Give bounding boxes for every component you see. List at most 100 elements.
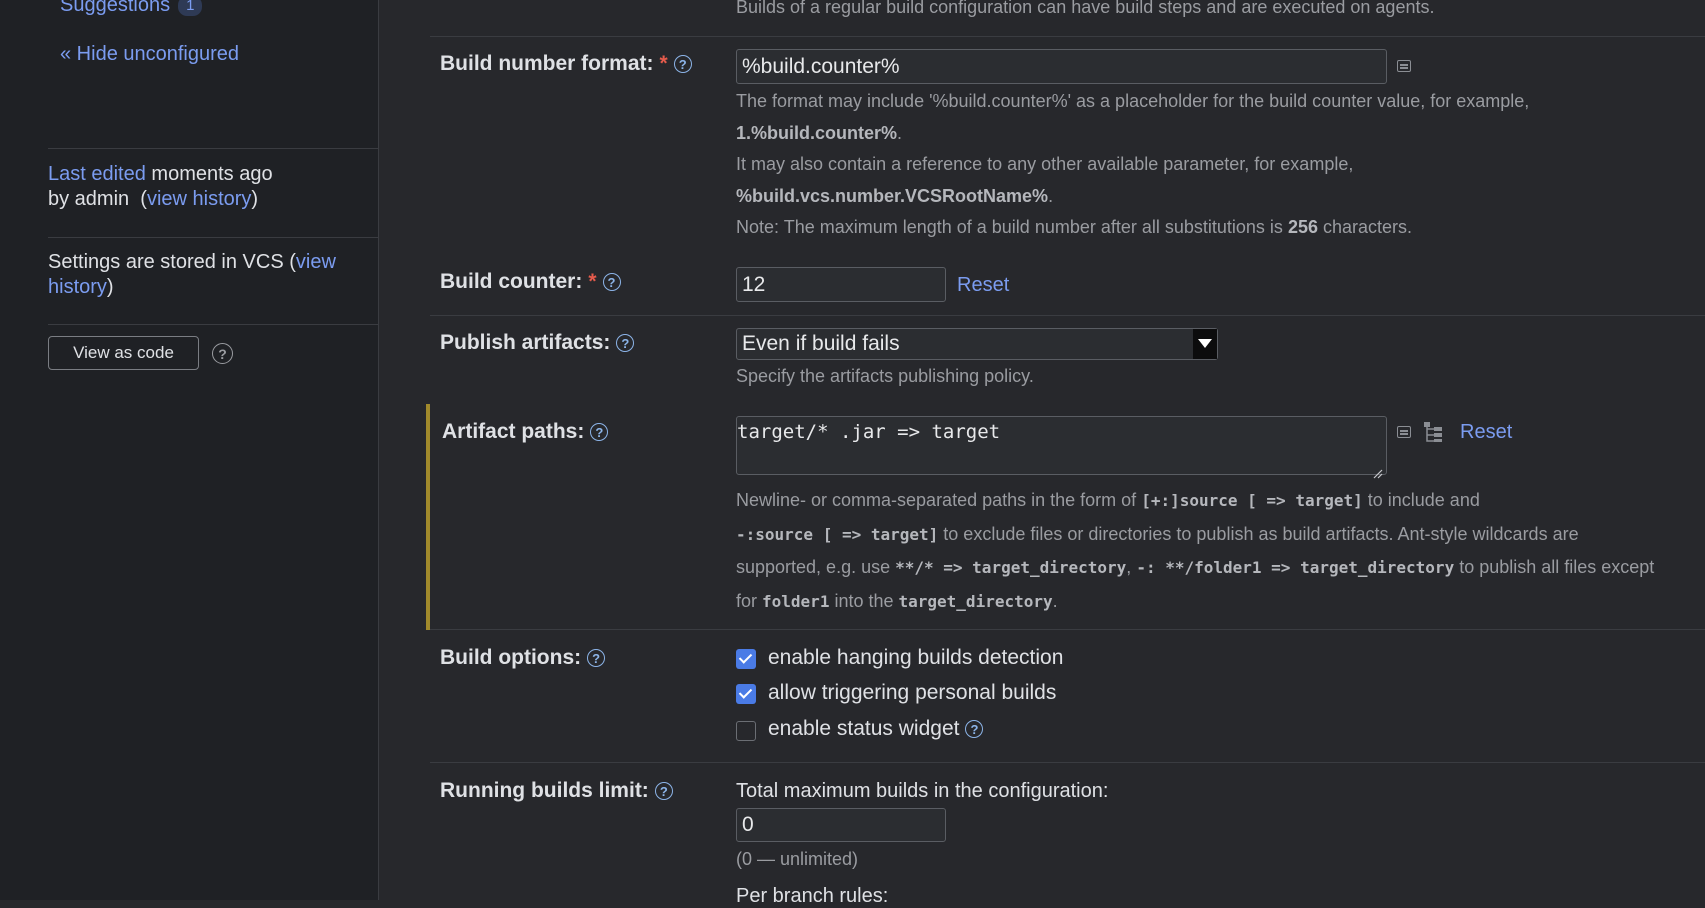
- divider: [430, 629, 1705, 630]
- divider: [48, 148, 378, 149]
- help-icon[interactable]: ?: [587, 649, 606, 667]
- label-text: Build options:: [440, 646, 582, 669]
- hint-line: Note: The maximum length of a build numb…: [736, 217, 1288, 237]
- last-edited-info: Last edited moments ago by admin (view h…: [48, 162, 273, 212]
- hint-example: 1.%build.counter%: [736, 122, 898, 143]
- help-icon[interactable]: ?: [590, 423, 609, 441]
- publish-artifacts-hint: Specify the artifacts publishing policy.: [736, 366, 1034, 386]
- hanging-builds-option[interactable]: enable hanging builds detection: [768, 646, 1063, 670]
- required-marker: *: [659, 52, 668, 75]
- artifact-paths-hint: Newline- or comma-separated paths in the…: [736, 484, 1696, 618]
- help-icon[interactable]: ?: [602, 273, 621, 291]
- max-length-value: 256: [1287, 217, 1318, 237]
- vcs-settings-info: Settings are stored in VCS (view history…: [48, 250, 368, 300]
- changed-setting-marker: [426, 404, 430, 630]
- hint-code: [+:]source [ => target]: [1141, 491, 1363, 510]
- personal-builds-checkbox[interactable]: [736, 684, 756, 704]
- divider: [430, 36, 1705, 37]
- unlimited-hint: (0 — unlimited): [736, 849, 859, 869]
- hint-text: to publish all files except: [1454, 557, 1655, 577]
- personal-builds-option[interactable]: allow triggering personal builds: [768, 681, 1056, 705]
- hint-text: supported, e.g. use: [736, 557, 896, 577]
- build-number-format-hint: The format may include '%build.counter%'…: [736, 86, 1676, 244]
- text-editor-icon[interactable]: [1397, 60, 1411, 72]
- build-number-format-input[interactable]: %build.counter%: [736, 49, 1387, 84]
- hint-text: .: [1052, 590, 1058, 611]
- vcs-view-link[interactable]: view: [296, 251, 336, 273]
- hint-text: for: [736, 590, 763, 611]
- running-builds-limit-label: Running builds limit: ?: [440, 779, 673, 803]
- help-icon[interactable]: ?: [965, 720, 984, 738]
- suggestions-item[interactable]: Suggestions 1: [60, 0, 203, 17]
- edited-by: by admin (: [48, 188, 147, 210]
- option-label: enable status widget: [768, 717, 960, 740]
- help-icon[interactable]: ?: [654, 782, 673, 800]
- divider: [48, 237, 378, 238]
- text-editor-icon[interactable]: [1397, 426, 1411, 438]
- hint-line: characters.: [1317, 217, 1413, 237]
- sidebar: Suggestions 1 « Hide unconfigured Last e…: [0, 0, 379, 900]
- selected-value: Even if build fails: [742, 332, 900, 355]
- hint-text: into the: [829, 590, 899, 611]
- total-max-builds-label: Total maximum builds in the configuratio…: [736, 780, 1109, 802]
- suggestions-link[interactable]: Suggestions: [60, 0, 170, 17]
- artifact-paths-label: Artifact paths: ?: [442, 420, 609, 444]
- build-options-label: Build options: ?: [440, 646, 606, 670]
- vcs-text: Settings are stored in VCS (: [48, 251, 296, 273]
- chevron-down-icon[interactable]: [1193, 329, 1217, 359]
- hint-line: The format may include '%build.counter%'…: [736, 91, 1530, 111]
- suggestions-count-badge: 1: [178, 0, 203, 16]
- divider: [430, 762, 1705, 763]
- hint-code: -: **/folder1 => target_directory: [1136, 558, 1455, 577]
- hint-example: %build.vcs.number.VCSRootName%: [736, 185, 1049, 206]
- last-edited-time: moments ago: [145, 163, 273, 185]
- required-marker: *: [588, 270, 597, 293]
- help-icon[interactable]: ?: [616, 334, 635, 352]
- view-as-code-button[interactable]: View as code: [48, 336, 199, 370]
- build-counter-input[interactable]: 12: [736, 267, 946, 302]
- hint-line: It may also contain a reference to any o…: [736, 154, 1354, 174]
- hint-text: Newline- or comma-separated paths in the…: [736, 490, 1142, 510]
- label-text: Publish artifacts:: [440, 331, 611, 354]
- paren: ): [251, 188, 259, 210]
- hint-code: -:source [ => target]: [736, 524, 939, 544]
- status-widget-option[interactable]: enable status widget ?: [768, 717, 984, 741]
- help-icon[interactable]: ?: [212, 343, 233, 364]
- hint-dot: .: [897, 122, 903, 143]
- publish-artifacts-label: Publish artifacts: ?: [440, 331, 635, 355]
- status-widget-checkbox[interactable]: [736, 721, 756, 741]
- paren: ): [106, 276, 114, 298]
- hint-code: **/* => target_directory: [895, 558, 1127, 577]
- hint-code: folder1: [762, 591, 830, 611]
- per-branch-rules-label: Per branch rules:: [736, 885, 889, 907]
- artifact-paths-textarea[interactable]: target/* .jar => target: [736, 416, 1387, 475]
- hint-code: target_directory: [898, 591, 1053, 611]
- hint-dot: .: [1048, 185, 1054, 206]
- divider: [430, 315, 1705, 316]
- option-label: allow triggering personal builds: [768, 681, 1057, 704]
- vcs-history-link[interactable]: history: [48, 276, 107, 298]
- build-counter-label: Build counter: * ?: [440, 270, 621, 294]
- hint-text: ,: [1126, 557, 1137, 577]
- hide-unconfigured-link[interactable]: « Hide unconfigured: [60, 43, 239, 66]
- artifact-paths-reset-link[interactable]: Reset: [1460, 421, 1512, 444]
- hanging-builds-checkbox[interactable]: [736, 649, 756, 669]
- hint-text: to include and: [1362, 490, 1480, 510]
- hint-text: to exclude files or directories to publi…: [938, 523, 1579, 544]
- label-text: Build number format:: [440, 52, 654, 75]
- build-number-format-label: Build number format: * ?: [440, 52, 692, 76]
- view-history-link[interactable]: view history: [147, 188, 251, 210]
- label-text: Running builds limit:: [440, 779, 649, 802]
- max-builds-input[interactable]: 0: [736, 808, 946, 842]
- option-label: enable hanging builds detection: [768, 646, 1064, 669]
- last-edited-link[interactable]: Last edited: [48, 163, 146, 185]
- label-text: Build counter:: [440, 270, 583, 293]
- resize-handle-icon[interactable]: [1373, 462, 1383, 479]
- publish-artifacts-select[interactable]: Even if build fails: [736, 328, 1218, 360]
- build-counter-reset-link[interactable]: Reset: [957, 274, 1009, 297]
- artifact-tree-icon[interactable]: [1423, 421, 1445, 443]
- help-icon[interactable]: ?: [673, 55, 692, 73]
- label-text: Artifact paths:: [442, 420, 585, 443]
- divider: [48, 324, 378, 325]
- top-hint: Builds of a regular build configuration …: [736, 0, 1435, 17]
